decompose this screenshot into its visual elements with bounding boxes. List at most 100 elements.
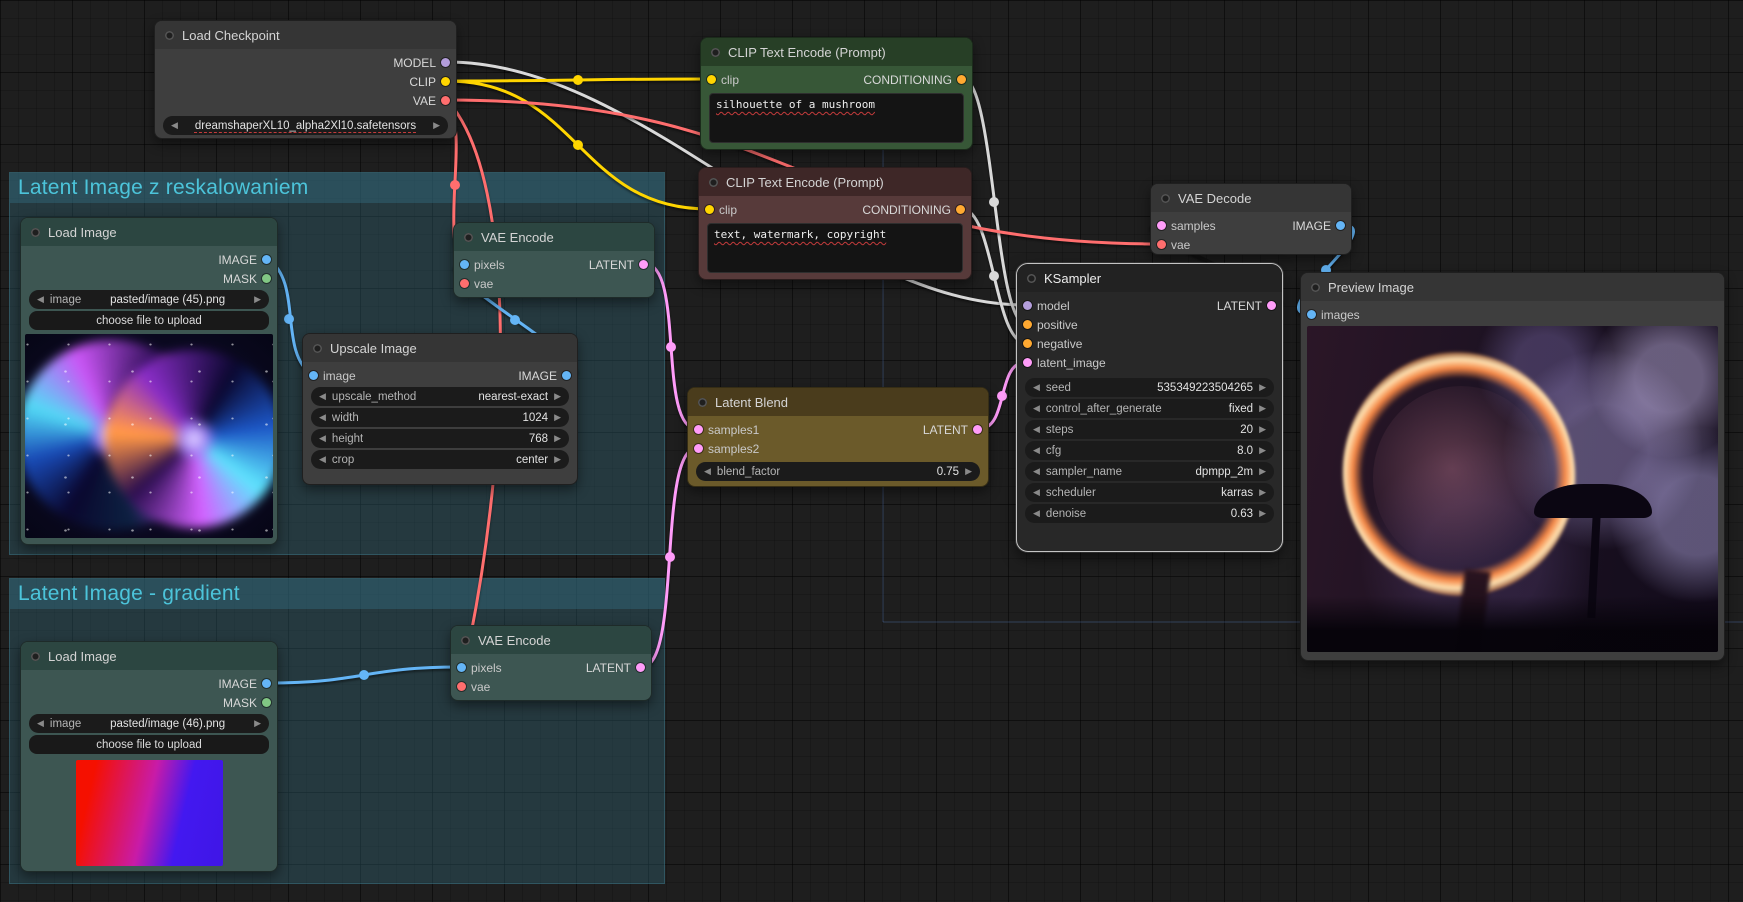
- port-dot-model[interactable]: [441, 58, 450, 67]
- widget-control-after-generate[interactable]: ◀ control_after_generate fixed ▶: [1025, 399, 1274, 418]
- port-conditioning-output[interactable]: CONDITIONING: [862, 203, 965, 217]
- widget-sampler-name[interactable]: ◀ sampler_name dpmpp_2m ▶: [1025, 462, 1274, 481]
- node-load-image-1[interactable]: Load Image IMAGE MASK ◀ image pasted/ima…: [20, 217, 278, 545]
- node-vae-decode[interactable]: VAE Decode samples IMAGE vae: [1150, 183, 1352, 255]
- arrow-left-icon[interactable]: ◀: [171, 120, 178, 131]
- arrow-left-icon[interactable]: ◀: [319, 412, 326, 423]
- port-mask-output[interactable]: MASK: [223, 696, 271, 710]
- port-conditioning-output[interactable]: CONDITIONING: [863, 73, 966, 87]
- port-samples2-input[interactable]: samples2: [694, 442, 759, 456]
- node-clip-text-encode-positive[interactable]: CLIP Text Encode (Prompt) clip CONDITION…: [700, 37, 973, 150]
- port-clip-input[interactable]: clip: [707, 73, 739, 87]
- ckpt-name-combo[interactable]: ◀ dreamshaperXL10_alpha2Xl10.safetensors…: [163, 116, 448, 135]
- port-model-output[interactable]: MODEL: [393, 56, 450, 70]
- node-header[interactable]: VAE Encode: [451, 626, 651, 654]
- node-header[interactable]: Load Image: [21, 642, 277, 670]
- node-ksampler[interactable]: KSampler model LATENT positive negative: [1016, 263, 1283, 552]
- arrow-left-icon[interactable]: ◀: [1033, 424, 1040, 435]
- port-positive-input[interactable]: positive: [1023, 318, 1078, 332]
- port-clip-input[interactable]: clip: [705, 203, 737, 217]
- collapse-dot-icon[interactable]: [711, 47, 720, 57]
- node-vae-encode-1[interactable]: VAE Encode pixels LATENT vae: [453, 222, 655, 298]
- node-header[interactable]: Upscale Image: [303, 334, 577, 362]
- port-dot-mask[interactable]: [262, 274, 271, 283]
- node-latent-blend[interactable]: Latent Blend samples1 LATENT samples2 ◀ …: [687, 387, 989, 487]
- port-dot-image[interactable]: [1307, 310, 1316, 319]
- widget-denoise[interactable]: ◀ denoise 0.63 ▶: [1025, 504, 1274, 523]
- port-latent-output[interactable]: LATENT: [586, 661, 645, 675]
- port-pixels-input[interactable]: pixels: [460, 258, 505, 272]
- collapse-dot-icon[interactable]: [31, 227, 40, 237]
- port-images-input[interactable]: images: [1307, 308, 1360, 322]
- port-dot-vae[interactable]: [1157, 240, 1166, 249]
- arrow-left-icon[interactable]: ◀: [37, 294, 44, 305]
- port-dot-conditioning[interactable]: [1023, 320, 1032, 329]
- widget-cfg[interactable]: ◀ cfg 8.0 ▶: [1025, 441, 1274, 460]
- port-vae-input[interactable]: vae: [460, 277, 493, 291]
- arrow-right-icon[interactable]: ▶: [254, 294, 261, 305]
- arrow-right-icon[interactable]: ▶: [554, 433, 561, 444]
- widget-blend-factor[interactable]: ◀ blend_factor 0.75 ▶: [696, 462, 980, 481]
- arrow-right-icon[interactable]: ▶: [433, 120, 440, 131]
- negative-prompt-textarea[interactable]: text, watermark, copyright: [707, 223, 963, 273]
- node-header[interactable]: Load Image: [21, 218, 277, 246]
- port-dot-latent[interactable]: [973, 425, 982, 434]
- collapse-dot-icon[interactable]: [31, 651, 40, 661]
- arrow-left-icon[interactable]: ◀: [1033, 403, 1040, 414]
- arrow-right-icon[interactable]: ▶: [1259, 424, 1266, 435]
- arrow-left-icon[interactable]: ◀: [319, 433, 326, 444]
- port-image-output[interactable]: IMAGE: [218, 677, 271, 691]
- node-load-image-2[interactable]: Load Image IMAGE MASK ◀ image pasted/ima…: [20, 641, 278, 872]
- node-preview-image[interactable]: Preview Image images: [1300, 272, 1725, 661]
- arrow-left-icon[interactable]: ◀: [1033, 445, 1040, 456]
- port-vae-input[interactable]: vae: [457, 680, 490, 694]
- port-latent-output[interactable]: LATENT: [1217, 299, 1276, 313]
- collapse-dot-icon[interactable]: [464, 232, 473, 242]
- widget-height[interactable]: ◀ height 768 ▶: [311, 429, 569, 448]
- arrow-right-icon[interactable]: ▶: [1259, 487, 1266, 498]
- image-file-combo[interactable]: ◀ image pasted/image (45).png ▶: [29, 290, 269, 309]
- arrow-right-icon[interactable]: ▶: [554, 391, 561, 402]
- port-image-output[interactable]: IMAGE: [1292, 219, 1345, 233]
- port-dot-latent[interactable]: [694, 444, 703, 453]
- port-latent-image-input[interactable]: latent_image: [1023, 356, 1106, 370]
- port-dot-clip[interactable]: [705, 205, 714, 214]
- collapse-dot-icon[interactable]: [698, 397, 707, 407]
- port-dot-image[interactable]: [460, 260, 469, 269]
- arrow-left-icon[interactable]: ◀: [319, 454, 326, 465]
- port-dot-conditioning[interactable]: [1023, 339, 1032, 348]
- arrow-left-icon[interactable]: ◀: [1033, 508, 1040, 519]
- widget-steps[interactable]: ◀ steps 20 ▶: [1025, 420, 1274, 439]
- port-dot-conditioning[interactable]: [956, 205, 965, 214]
- port-dot-conditioning[interactable]: [957, 75, 966, 84]
- port-clip-output[interactable]: CLIP: [409, 75, 450, 89]
- node-header[interactable]: VAE Decode: [1151, 184, 1351, 212]
- node-header[interactable]: Load Checkpoint: [155, 21, 456, 49]
- arrow-left-icon[interactable]: ◀: [1033, 487, 1040, 498]
- collapse-dot-icon[interactable]: [313, 343, 322, 353]
- collapse-dot-icon[interactable]: [709, 177, 718, 187]
- arrow-left-icon[interactable]: ◀: [1033, 382, 1040, 393]
- node-header[interactable]: CLIP Text Encode (Prompt): [699, 168, 971, 196]
- port-dot-mask[interactable]: [262, 698, 271, 707]
- node-header[interactable]: VAE Encode: [454, 223, 654, 251]
- collapse-dot-icon[interactable]: [461, 635, 470, 645]
- port-vae-input[interactable]: vae: [1157, 238, 1190, 252]
- collapse-dot-icon[interactable]: [1161, 193, 1170, 203]
- arrow-right-icon[interactable]: ▶: [1259, 403, 1266, 414]
- port-dot-model[interactable]: [1023, 301, 1032, 310]
- positive-prompt-textarea[interactable]: silhouette of a mushroom: [709, 93, 964, 143]
- arrow-left-icon[interactable]: ◀: [319, 391, 326, 402]
- port-latent-output[interactable]: LATENT: [589, 258, 648, 272]
- collapse-dot-icon[interactable]: [165, 30, 174, 40]
- node-load-checkpoint[interactable]: Load Checkpoint MODEL CLIP VAE ◀ dreamsh…: [154, 20, 457, 139]
- collapse-dot-icon[interactable]: [1311, 282, 1320, 292]
- port-dot-vae[interactable]: [441, 96, 450, 105]
- arrow-right-icon[interactable]: ▶: [554, 454, 561, 465]
- port-samples1-input[interactable]: samples1: [694, 423, 759, 437]
- node-header[interactable]: Preview Image: [1301, 273, 1724, 301]
- port-dot-latent[interactable]: [1023, 358, 1032, 367]
- widget-width[interactable]: ◀ width 1024 ▶: [311, 408, 569, 427]
- arrow-right-icon[interactable]: ▶: [254, 718, 261, 729]
- port-dot-image[interactable]: [457, 663, 466, 672]
